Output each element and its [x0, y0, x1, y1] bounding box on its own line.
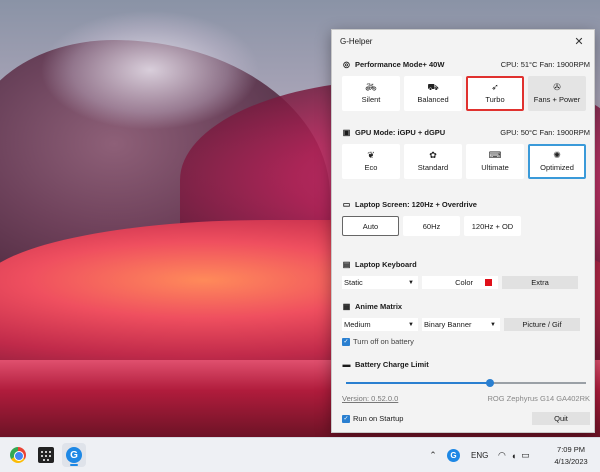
standard-button[interactable]: ✿ Standard: [404, 144, 462, 179]
balanced-label: Balanced: [417, 95, 449, 104]
anime-matrix-section: ▦ Anime Matrix Medium ▼ Binary Banner ▼ …: [342, 300, 590, 346]
g-helper-tray-icon: G: [447, 449, 460, 462]
leaf-icon: ❦: [367, 150, 375, 160]
car-icon: ⛟: [427, 82, 439, 92]
anime-mode-value: Binary Banner: [424, 320, 472, 329]
taskbar: G ⌃ G ENG ◠ ◖ ▭ 7:09 PM 4/13/2023: [0, 437, 600, 472]
anime-mode-dropdown[interactable]: Binary Banner ▼: [422, 318, 500, 331]
gpu-section: ▣ GPU Mode: iGPU + dGPU GPU: 50°C Fan: 1…: [342, 126, 590, 179]
version-link[interactable]: Version: 0.52.0.0: [342, 394, 398, 403]
balanced-button[interactable]: ⛟ Balanced: [404, 76, 462, 111]
battery-title: Battery Charge Limit: [355, 359, 429, 369]
wallpaper-snow: [40, 10, 260, 130]
slider-fill: [346, 382, 490, 384]
keyboard-icon: ▤: [342, 259, 351, 269]
chevron-down-icon: ▼: [408, 321, 414, 328]
color-swatch: [485, 279, 492, 286]
battery-section: ▬ Battery Charge Limit Version: 0.52.0.0…: [342, 358, 590, 404]
rocket-icon: ➶: [491, 82, 499, 92]
chrome-taskbar-button[interactable]: [6, 443, 30, 467]
keyboard-mode-dropdown[interactable]: Static ▼: [342, 276, 418, 289]
gauge-icon: ◎: [343, 59, 350, 69]
gpu-icon: ▣: [342, 127, 351, 137]
picture-gif-button[interactable]: Picture / Gif: [504, 318, 580, 331]
anime-title: Anime Matrix: [355, 301, 403, 311]
chevron-down-icon: ▼: [490, 321, 496, 328]
chevron-up-icon: ⌃: [429, 450, 437, 460]
optimized-button[interactable]: ✺ Optimized: [528, 144, 586, 179]
ultimate-button[interactable]: ⌨ Ultimate: [466, 144, 524, 179]
anime-brightness-dropdown[interactable]: Medium ▼: [342, 318, 418, 331]
keyboard-mode-value: Static: [344, 278, 363, 287]
fans-power-label: Fans + Power: [533, 95, 581, 104]
clock[interactable]: 7:09 PM 4/13/2023: [548, 438, 594, 472]
battery-status-icon: ▭: [521, 450, 530, 460]
color-label: Color: [455, 278, 473, 287]
run-on-startup-checkbox[interactable]: ✓: [342, 414, 350, 423]
anime-brightness-value: Medium: [344, 320, 371, 329]
flower-icon: ✿: [429, 150, 437, 160]
battery-limit-slider[interactable]: [342, 378, 590, 388]
g-helper-window: G-Helper ✕ ◎ Performance Mode+ 40W CPU: …: [331, 29, 595, 433]
laptop-icon: ▭: [342, 199, 351, 209]
matrix-icon: ▦: [342, 301, 351, 311]
silent-button[interactable]: 🚲︎ Silent: [342, 76, 400, 111]
standard-label: Standard: [417, 163, 449, 172]
title-bar: G-Helper ✕: [332, 30, 594, 52]
chevron-down-icon: ▼: [408, 279, 414, 286]
120hz-od-button[interactable]: 120Hz + OD: [464, 216, 521, 236]
grid-app-icon: [38, 447, 54, 463]
show-hidden-icons-button[interactable]: ⌃: [426, 438, 440, 472]
eco-button[interactable]: ❦ Eco: [342, 144, 400, 179]
60hz-button[interactable]: 60Hz: [403, 216, 460, 236]
turn-off-on-battery-label: Turn off on battery: [353, 337, 414, 346]
g-helper-taskbar-button[interactable]: G: [62, 443, 86, 467]
sparkle-icon: ✺: [553, 150, 561, 160]
run-on-startup-label: Run on Startup: [353, 414, 404, 423]
keyboard-title: Laptop Keyboard: [355, 259, 417, 269]
extra-button[interactable]: Extra: [502, 276, 578, 289]
keyboard-color-button[interactable]: Color: [422, 276, 498, 289]
eco-label: Eco: [364, 163, 378, 172]
g-helper-tray-button[interactable]: G: [447, 438, 460, 472]
fan-icon: ✇: [553, 82, 561, 92]
keyboard-section: ▤ Laptop Keyboard Static ▼ Color Extra: [342, 258, 590, 289]
chrome-icon: [10, 447, 26, 463]
gamepad-icon: ⌨: [488, 150, 502, 160]
turbo-button[interactable]: ➶ Turbo: [466, 76, 524, 111]
model-name: ROG Zephyrus G14 GA402RK: [487, 394, 590, 403]
auto-refresh-button[interactable]: Auto: [342, 216, 399, 236]
gpu-title: GPU Mode: iGPU + dGPU: [355, 127, 446, 137]
slider-thumb[interactable]: [486, 379, 494, 387]
clock-time: 7:09 PM: [557, 444, 585, 454]
wifi-icon: ◠: [498, 450, 506, 460]
window-title: G-Helper: [340, 36, 373, 46]
volume-icon: ◖: [510, 450, 517, 461]
cpu-stats: CPU: 51°C Fan: 1900RPM: [500, 59, 590, 69]
quit-button[interactable]: Quit: [532, 412, 590, 425]
turn-off-on-battery-checkbox[interactable]: ✓: [342, 337, 350, 346]
gpu-stats: GPU: 50°C Fan: 1900RPM: [500, 127, 590, 137]
ultimate-label: Ultimate: [481, 163, 509, 172]
silent-label: Silent: [361, 95, 381, 104]
fans-power-button[interactable]: ✇ Fans + Power: [528, 76, 586, 111]
language-indicator[interactable]: ENG: [471, 438, 488, 472]
close-icon[interactable]: ✕: [572, 35, 586, 48]
battery-icon: ▬: [342, 359, 351, 369]
optimized-label: Optimized: [540, 163, 574, 172]
g-helper-icon: G: [66, 447, 82, 463]
system-tray-icons[interactable]: ◠ ◖ ▭: [498, 438, 530, 472]
app-taskbar-button[interactable]: [34, 443, 58, 467]
footer: ✓ Run on Startup Quit: [342, 412, 590, 425]
performance-title: Performance Mode+ 40W: [355, 59, 445, 69]
bike-icon: 🚲︎: [365, 82, 377, 92]
screen-section: ▭ Laptop Screen: 120Hz + Overdrive Auto …: [342, 198, 590, 236]
screen-title: Laptop Screen: 120Hz + Overdrive: [355, 199, 477, 209]
performance-section: ◎ Performance Mode+ 40W CPU: 51°C Fan: 1…: [342, 58, 590, 111]
clock-date: 4/13/2023: [554, 456, 588, 466]
turbo-label: Turbo: [485, 95, 505, 104]
